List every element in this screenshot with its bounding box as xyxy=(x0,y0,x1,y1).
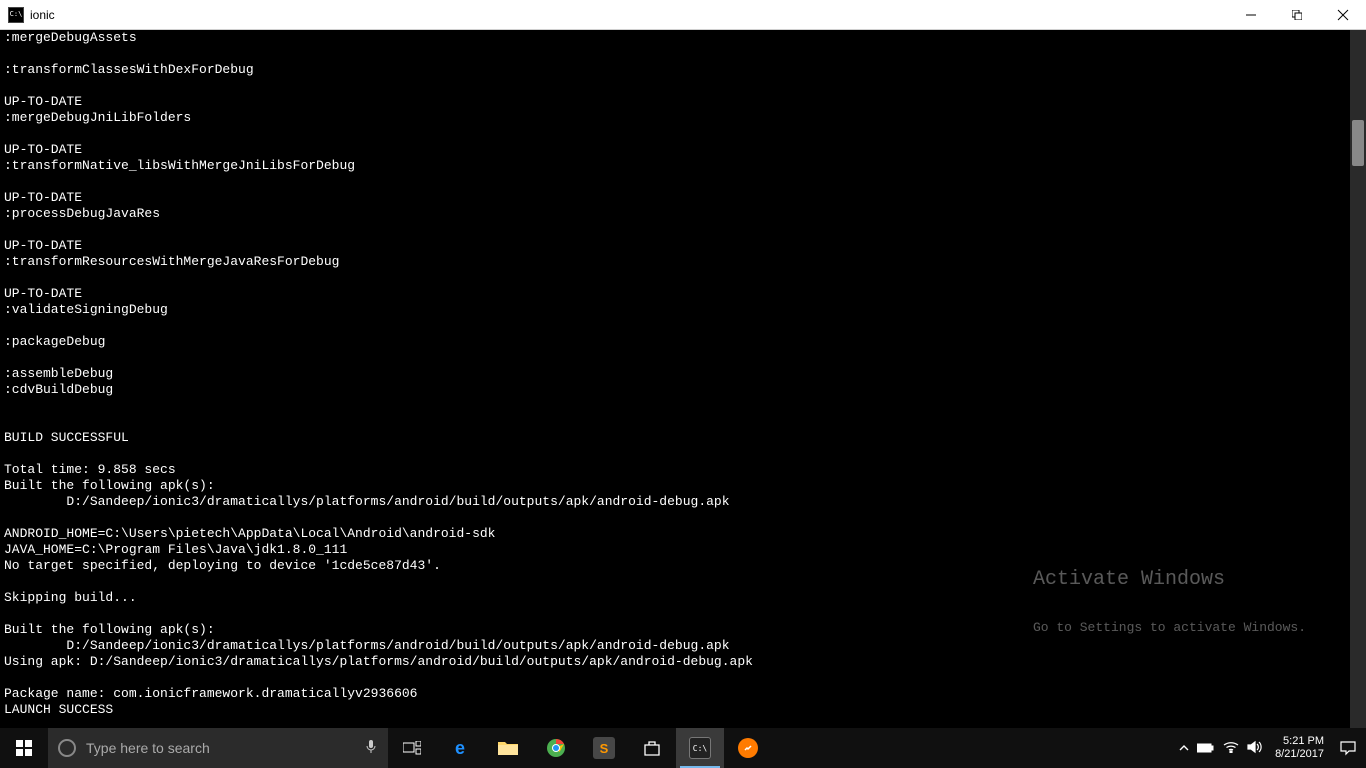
taskbar-app-sublime[interactable]: S xyxy=(580,728,628,768)
maximize-button[interactable] xyxy=(1274,0,1320,30)
cortana-icon xyxy=(58,739,76,757)
minimize-button[interactable] xyxy=(1228,0,1274,30)
watermark-heading: Activate Windows xyxy=(1033,572,1306,588)
taskbar-app-cmd[interactable]: C:\ xyxy=(676,728,724,768)
taskbar-app-store[interactable] xyxy=(628,728,676,768)
cmd-taskbar-icon: C:\ xyxy=(689,737,711,759)
start-button[interactable] xyxy=(0,728,48,768)
window-title: ionic xyxy=(30,8,55,22)
taskbar-app-edge[interactable]: e xyxy=(436,728,484,768)
cmd-window: C:\ ionic :mergeDebugAssets :transformCl… xyxy=(0,0,1366,768)
system-tray: 5:21 PM 8/21/2017 xyxy=(1173,728,1366,768)
taskbar-app-generic[interactable] xyxy=(724,728,772,768)
mic-icon[interactable] xyxy=(364,739,378,758)
tray-chevron-up-icon[interactable] xyxy=(1179,741,1189,756)
terminal-output[interactable]: :mergeDebugAssets :transformClassesWithD… xyxy=(0,30,1366,728)
battery-icon[interactable] xyxy=(1197,741,1215,756)
search-box[interactable]: Type here to search xyxy=(48,728,388,768)
taskbar: Type here to search e S xyxy=(0,728,1366,768)
activate-windows-watermark: Activate Windows Go to Settings to activ… xyxy=(1033,540,1306,668)
search-placeholder: Type here to search xyxy=(86,740,364,756)
taskbar-clock[interactable]: 5:21 PM 8/21/2017 xyxy=(1271,735,1328,761)
round-app-icon xyxy=(738,738,758,758)
chrome-icon xyxy=(545,737,567,759)
folder-icon xyxy=(497,737,519,759)
wifi-icon[interactable] xyxy=(1223,741,1239,756)
clock-date: 8/21/2017 xyxy=(1275,748,1324,761)
terminal-text: :mergeDebugAssets :transformClassesWithD… xyxy=(4,30,753,717)
clock-time: 5:21 PM xyxy=(1275,735,1324,748)
volume-icon[interactable] xyxy=(1247,740,1263,757)
task-view-button[interactable] xyxy=(388,728,436,768)
action-center-button[interactable] xyxy=(1336,740,1360,756)
taskbar-app-explorer[interactable] xyxy=(484,728,532,768)
store-icon xyxy=(641,737,663,759)
close-button[interactable] xyxy=(1320,0,1366,30)
watermark-sub: Go to Settings to activate Windows. xyxy=(1033,620,1306,636)
titlebar[interactable]: C:\ ionic xyxy=(0,0,1366,30)
cmd-icon: C:\ xyxy=(8,7,24,23)
scrollbar-thumb[interactable] xyxy=(1352,120,1364,166)
scrollbar-track[interactable] xyxy=(1350,30,1366,728)
sublime-icon: S xyxy=(593,737,615,759)
taskbar-app-chrome[interactable] xyxy=(532,728,580,768)
edge-icon: e xyxy=(449,737,471,759)
